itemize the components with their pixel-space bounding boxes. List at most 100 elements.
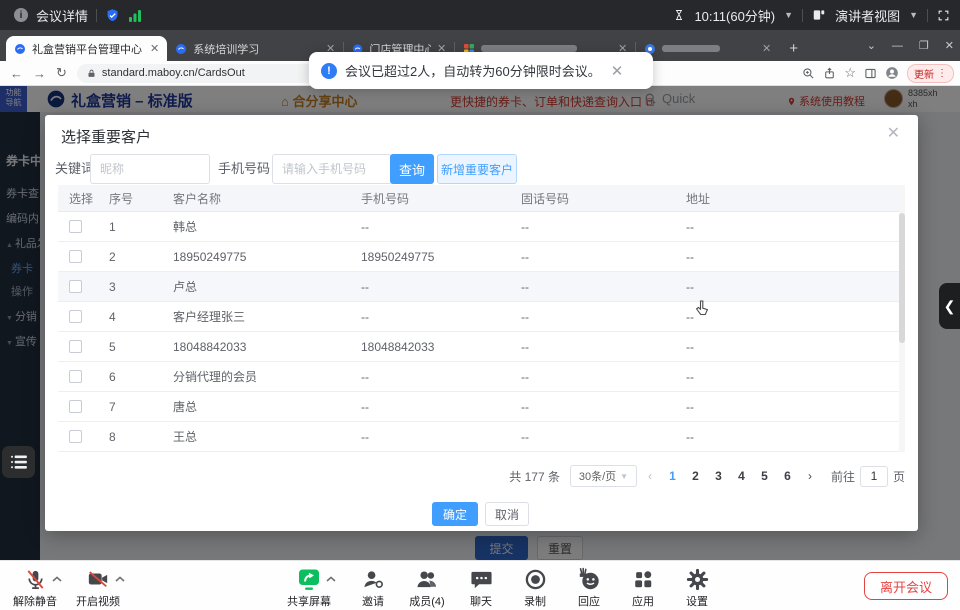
table-row[interactable]: 3卢总 ---- --	[58, 272, 905, 302]
table-row[interactable]: 4客户经理张三 ---- --	[58, 302, 905, 332]
table-row[interactable]: 518048842033 18048842033-- --	[58, 332, 905, 362]
window-close-icon[interactable]: ✕	[945, 39, 954, 52]
page-number[interactable]: 3	[709, 469, 728, 483]
reload-icon[interactable]: ↻	[56, 65, 67, 81]
meeting-details-label[interactable]: 会议详情	[36, 6, 88, 25]
toolbar-invite[interactable]: 邀请	[346, 566, 400, 609]
tab-close-icon[interactable]: ✕	[150, 42, 159, 55]
tab-label-obscured	[662, 45, 720, 52]
share-page-icon[interactable]	[823, 67, 836, 80]
row-checkbox[interactable]	[69, 400, 82, 413]
floating-task-list-button[interactable]	[2, 446, 35, 478]
view-mode-label[interactable]: 演讲者视图	[835, 6, 900, 25]
row-checkbox[interactable]	[69, 370, 82, 383]
col-no: 序号	[98, 190, 162, 207]
forward-icon[interactable]: →	[33, 66, 46, 81]
tab-label-obscured	[481, 45, 577, 52]
tab[interactable]: ✕	[636, 36, 779, 61]
goto-page-input[interactable]	[860, 466, 888, 487]
row-checkbox[interactable]	[69, 430, 82, 443]
notice-info-icon: !	[321, 63, 337, 79]
row-checkbox[interactable]	[69, 280, 82, 293]
toolbar-reactions[interactable]: 回应	[562, 566, 616, 609]
page-number[interactable]: 2	[686, 469, 705, 483]
chevron-down-icon: ▼	[620, 472, 628, 481]
tab-search-icon[interactable]: ⌄	[867, 39, 876, 52]
window-minimize-icon[interactable]: —	[892, 40, 903, 52]
row-checkbox[interactable]	[69, 250, 82, 263]
mic-options-caret[interactable]	[52, 576, 62, 582]
toolbar-record[interactable]: 录制	[508, 566, 562, 609]
back-icon[interactable]: ←	[10, 66, 23, 81]
page-size-select[interactable]: 30条/页▼	[570, 465, 637, 487]
window-maximize-icon[interactable]: ❐	[919, 39, 929, 52]
panel-collapse-handle[interactable]: ❮	[939, 283, 960, 329]
toolbar-apps[interactable]: 应用	[616, 566, 670, 609]
table-row[interactable]: 7唐总 ---- --	[58, 392, 905, 422]
dialog-title: 选择重要客户	[61, 126, 151, 147]
row-checkbox[interactable]	[69, 220, 82, 233]
web-page: 功能 导航 礼盒营销 – 标准版 ⌂ 合分享中心 更快捷的券卡、订单和快递查询入…	[0, 86, 960, 560]
page-number[interactable]: 6	[778, 469, 797, 483]
chrome-update-button[interactable]: 更新 ⋮	[907, 64, 954, 83]
meeting-info-icon[interactable]: i	[14, 8, 28, 22]
table-row[interactable]: 8王总 ---- --	[58, 422, 905, 452]
toolbar-label: 邀请	[362, 593, 384, 609]
notice-close-icon[interactable]: ✕	[611, 62, 624, 80]
tab-active[interactable]: 礼盒营销平台管理中心 ✕	[6, 36, 167, 61]
share-options-caret[interactable]	[326, 576, 336, 582]
toolbar-label: 录制	[524, 593, 546, 609]
toolbar-start-video[interactable]: 开启视频	[71, 566, 125, 609]
mic-muted-icon	[24, 568, 47, 591]
toolbar-unmute[interactable]: 解除静音	[8, 566, 62, 609]
next-page-button[interactable]: ›	[801, 469, 819, 483]
security-shield-icon[interactable]	[105, 8, 120, 23]
layout-view-icon	[812, 8, 826, 22]
menu-dots-icon: ⋮	[937, 68, 947, 79]
network-signal-icon[interactable]	[128, 9, 142, 22]
row-checkbox[interactable]	[69, 340, 82, 353]
zoom-page-icon[interactable]	[802, 67, 815, 80]
table-row[interactable]: 1韩总 ---- --	[58, 212, 905, 242]
confirm-button[interactable]: 确定	[432, 502, 478, 526]
view-dropdown-icon[interactable]: ▼	[909, 10, 918, 20]
url-text: standard.maboy.cn/CardsOut	[102, 67, 245, 79]
tab-label: 礼盒营销平台管理中心	[32, 41, 142, 57]
toolbar-settings[interactable]: 设置	[670, 566, 724, 609]
keyword-input[interactable]	[90, 154, 210, 184]
table-scrollbar[interactable]	[899, 185, 905, 452]
new-tab-button[interactable]: +	[789, 40, 798, 57]
tab-close-icon[interactable]: ✕	[762, 42, 771, 55]
profile-avatar-icon[interactable]	[885, 66, 899, 80]
query-button[interactable]: 查询	[390, 154, 434, 184]
row-checkbox[interactable]	[69, 310, 82, 323]
dialog-close-icon[interactable]: ✕	[887, 123, 900, 143]
phone-input[interactable]	[272, 154, 392, 184]
select-customer-dialog: 选择重要客户 ✕ 关键词 手机号码 查询 新增重要客户 选择 序号 客户名称 手…	[45, 115, 918, 531]
toolbar-chat[interactable]: 聊天	[454, 566, 508, 609]
table-header-row: 选择 序号 客户名称 手机号码 固话号码 地址	[58, 185, 905, 212]
goto-label: 前往	[831, 468, 855, 485]
toolbar-label: 聊天	[470, 593, 492, 609]
page-number-current[interactable]: 1	[663, 469, 682, 483]
table-row[interactable]: 6分销代理的会员 ---- --	[58, 362, 905, 392]
fullscreen-icon[interactable]	[937, 9, 950, 22]
divider	[96, 9, 97, 22]
page-number[interactable]: 5	[755, 469, 774, 483]
toolbar-share-screen[interactable]: 共享屏幕	[277, 566, 341, 609]
side-panel-icon[interactable]	[864, 67, 877, 80]
gear-icon	[686, 568, 709, 591]
bookmark-star-icon[interactable]: ☆	[844, 65, 856, 81]
col-tel: 固话号码	[510, 190, 675, 207]
add-customer-button[interactable]: 新增重要客户	[437, 154, 517, 184]
camera-options-caret[interactable]	[115, 576, 125, 582]
leave-meeting-button[interactable]: 离开会议	[864, 572, 948, 600]
toolbar-members[interactable]: 成员(4)	[400, 566, 454, 609]
prev-page-button[interactable]: ‹	[641, 469, 659, 483]
cancel-button[interactable]: 取消	[485, 502, 529, 526]
chat-bubble-icon	[470, 568, 493, 591]
page-number[interactable]: 4	[732, 469, 751, 483]
camera-off-icon	[86, 568, 110, 590]
timer-dropdown-icon[interactable]: ▼	[784, 10, 793, 20]
table-row[interactable]: 218950249775 18950249775-- --	[58, 242, 905, 272]
